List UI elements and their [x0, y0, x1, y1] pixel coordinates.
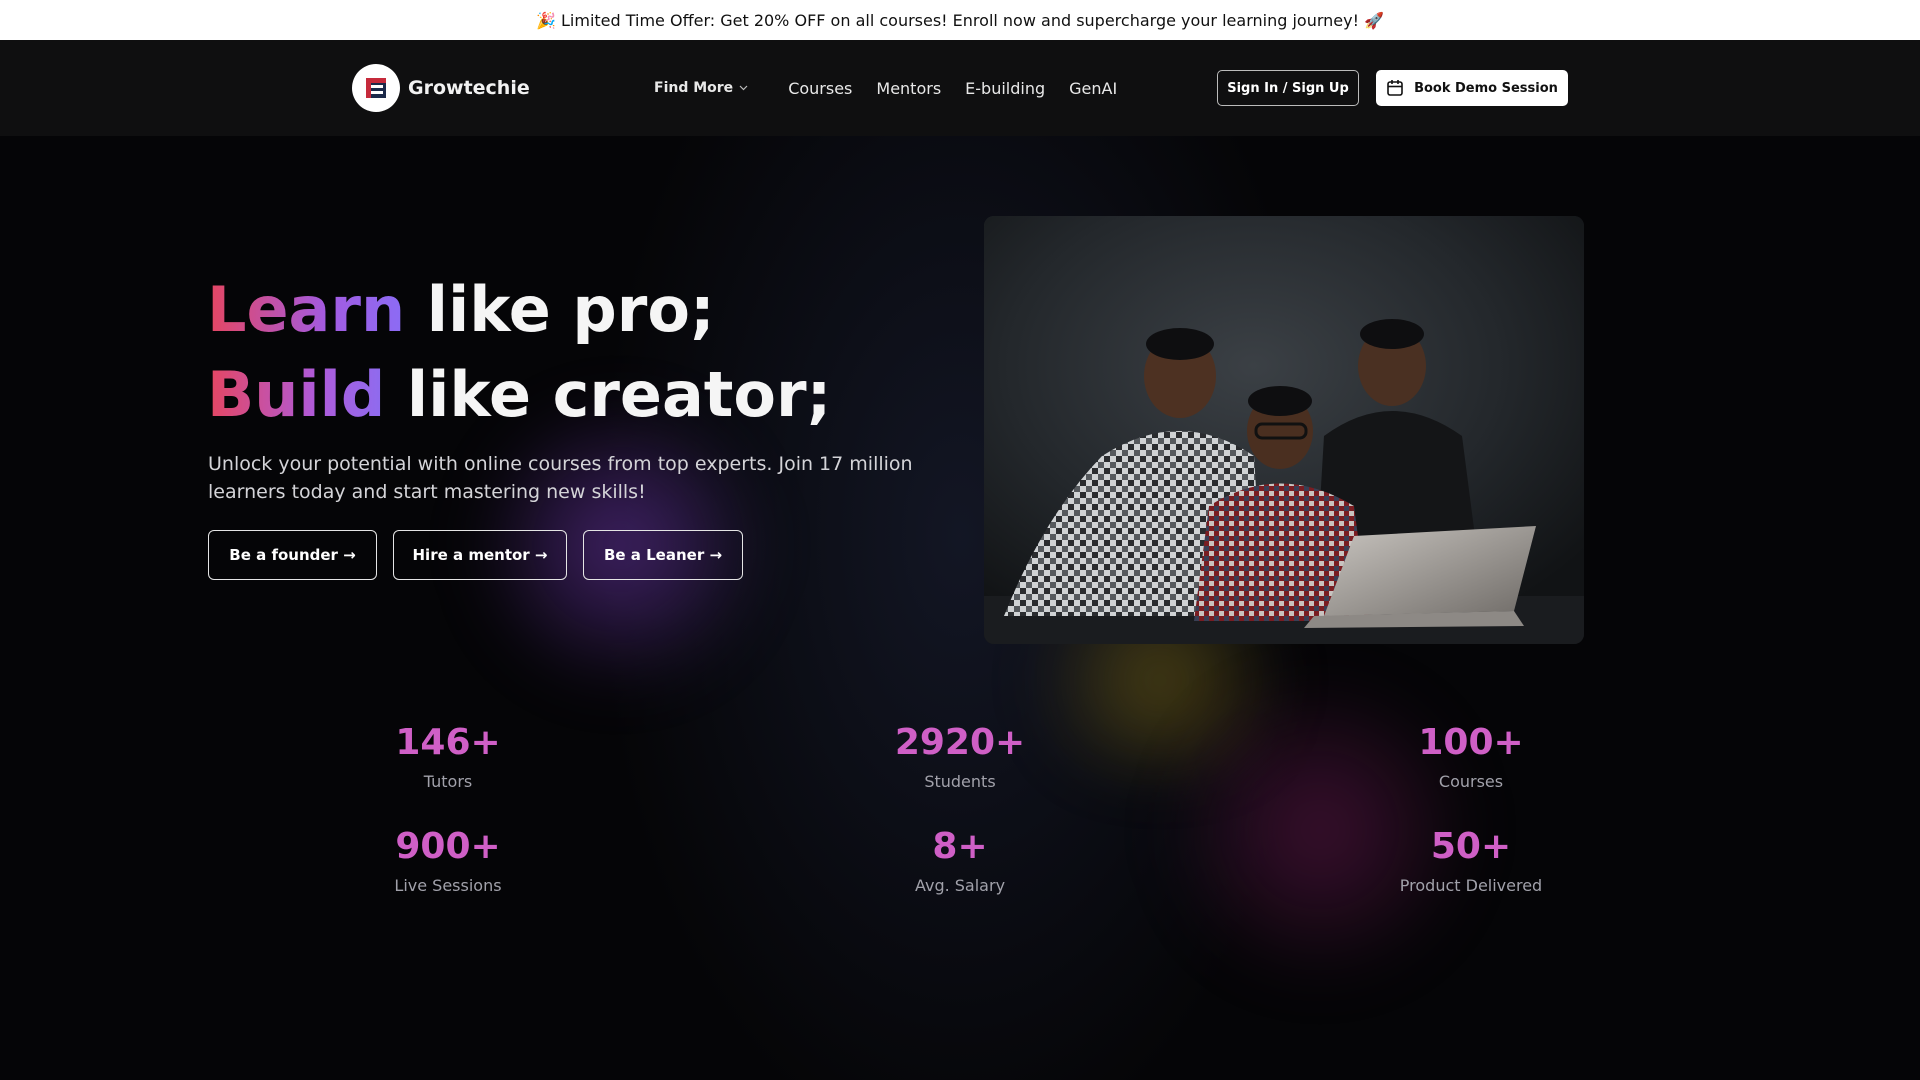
- stat-label: Avg. Salary: [914, 876, 1006, 895]
- stat-label: Live Sessions: [394, 876, 502, 895]
- navbar: Growtechie Find More Courses Mentors E-b…: [0, 40, 1920, 136]
- brand-logo-icon: [352, 64, 400, 112]
- stat-value: 900+: [395, 826, 501, 867]
- stat-product-delivered: 50+ Product Delivered: [1351, 826, 1591, 895]
- announcement-text: 🎉 Limited Time Offer: Get 20% OFF on all…: [535, 10, 1384, 30]
- stat-courses: 100+ Courses: [1351, 722, 1591, 791]
- announcement-bar: 🎉 Limited Time Offer: Get 20% OFF on all…: [0, 0, 1920, 40]
- be-a-leaner-button[interactable]: Be a Leaner →: [583, 530, 743, 580]
- hero-subtitle: Unlock your potential with online course…: [208, 453, 913, 503]
- nav-link-courses[interactable]: Courses: [788, 79, 852, 98]
- sign-in-button[interactable]: Sign In / Sign Up: [1217, 70, 1359, 106]
- headline-build: Build: [207, 358, 386, 431]
- stat-avg-salary: 8+ Avg. Salary: [840, 826, 1080, 895]
- book-demo-label: Book Demo Session: [1414, 80, 1558, 96]
- chevron-down-icon: [739, 85, 748, 91]
- headline-line-1: Learn like pro;: [207, 273, 715, 346]
- nav-link-e-building[interactable]: E-building: [965, 79, 1045, 98]
- stat-label: Students: [924, 772, 996, 791]
- stat-value: 2920+: [894, 722, 1026, 763]
- headline-line-1-rest: like pro;: [405, 273, 715, 346]
- brand-link[interactable]: Growtechie: [352, 64, 530, 112]
- calendar-icon: [1387, 80, 1403, 96]
- stat-value: 100+: [1418, 722, 1524, 763]
- brand-name: Growtechie: [408, 77, 530, 99]
- be-a-founder-button[interactable]: Be a founder →: [208, 530, 377, 580]
- book-demo-button[interactable]: Book Demo Session: [1376, 70, 1568, 106]
- nav-find-more-label: Find More: [654, 80, 734, 96]
- stat-label: Tutors: [423, 772, 473, 791]
- stat-label: Courses: [1438, 772, 1504, 791]
- nav-link-genai[interactable]: GenAI: [1069, 79, 1117, 98]
- hero-image: [984, 216, 1584, 644]
- stat-value: 8+: [932, 826, 988, 867]
- hire-a-mentor-button[interactable]: Hire a mentor →: [393, 530, 567, 580]
- stat-value: 50+: [1430, 826, 1512, 867]
- stat-value: 146+: [395, 722, 501, 763]
- stat-label: Product Delivered: [1399, 876, 1543, 895]
- nav-link-mentors[interactable]: Mentors: [876, 79, 941, 98]
- nav-find-more[interactable]: Find More: [654, 80, 748, 96]
- headline-learn: Learn: [207, 273, 406, 346]
- stat-live-sessions: 900+ Live Sessions: [328, 826, 568, 895]
- stat-tutors: 146+ Tutors: [328, 722, 568, 791]
- stat-students: 2920+ Students: [840, 722, 1080, 791]
- nav-links: Find More Courses Mentors E-building Gen…: [654, 76, 1141, 100]
- headline-line-2: Build like creator;: [207, 358, 831, 431]
- headline-line-2-rest: like creator;: [385, 358, 832, 431]
